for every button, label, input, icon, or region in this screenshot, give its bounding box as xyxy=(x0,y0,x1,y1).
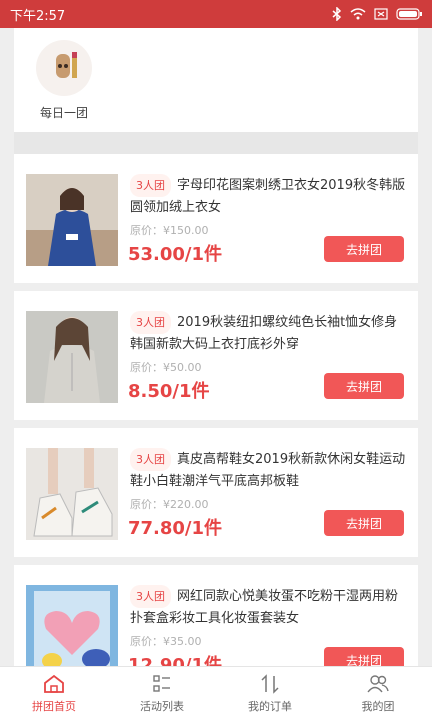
users-icon xyxy=(367,674,389,692)
original-price: 原价：¥50.00 xyxy=(130,361,202,374)
product-image xyxy=(26,448,118,540)
section-divider xyxy=(14,132,418,154)
category-daily-group[interactable]: 每日一团 xyxy=(32,40,96,121)
tab-my-orders[interactable]: 我的订单 xyxy=(216,667,324,720)
status-icons xyxy=(332,7,422,21)
group-badge: 3人团 xyxy=(130,585,171,608)
home-icon xyxy=(44,674,64,693)
join-group-button[interactable]: 去拼团 xyxy=(324,510,404,536)
join-group-button[interactable]: 去拼团 xyxy=(324,373,404,399)
tab-my-group[interactable]: 我的团 xyxy=(324,667,432,720)
tab-label: 活动列表 xyxy=(140,699,184,713)
wifi-icon xyxy=(350,8,366,20)
tab-label: 我的订单 xyxy=(248,699,292,713)
list-icon xyxy=(153,674,170,692)
group-price: 53.00/1件 xyxy=(128,244,223,265)
product-image xyxy=(26,311,118,403)
list-item[interactable]: 3人团 字母印花图案刺绣卫衣女2019秋冬韩版圆领加绒上衣女 原价：¥150.00… xyxy=(14,154,418,291)
group-price: 77.80/1件 xyxy=(128,518,223,539)
category-image xyxy=(36,40,92,96)
product-title: 3人团 2019秋装纽扣螺纹纯色长袖t恤女修身韩国新款大码上衣打底衫外穿 xyxy=(130,311,410,355)
product-title: 3人团 网红同款心悦美妆蛋不吃粉干湿两用粉扑套盒彩妆工具化妆蛋套装女 xyxy=(130,585,410,629)
group-badge: 3人团 xyxy=(130,311,171,334)
list-item[interactable]: 3人团 真皮高帮鞋女2019秋新款休闲女鞋运动鞋小白鞋潮洋气平底高邦板鞋 原价：¥… xyxy=(14,428,418,565)
product-title: 3人团 字母印花图案刺绣卫衣女2019秋冬韩版圆领加绒上衣女 xyxy=(130,174,410,218)
category-card: 每日一团 xyxy=(14,28,418,132)
original-price: 原价：¥35.00 xyxy=(130,635,202,648)
bluetooth-icon xyxy=(332,7,342,21)
status-bar: 下午2:57 xyxy=(0,0,432,28)
product-list: 3人团 字母印花图案刺绣卫衣女2019秋冬韩版圆领加绒上衣女 原价：¥150.00… xyxy=(14,154,418,702)
join-group-button[interactable]: 去拼团 xyxy=(324,236,404,262)
tab-group-home[interactable]: 拼团首页 xyxy=(0,667,108,720)
sort-arrows-icon xyxy=(261,673,279,694)
group-badge: 3人团 xyxy=(130,174,171,197)
tab-label: 我的团 xyxy=(361,699,395,713)
bottom-tab-bar: 拼团首页 活动列表 我的订单 我的团 xyxy=(0,666,432,720)
category-label: 每日一团 xyxy=(39,106,88,120)
original-price: 原价：¥220.00 xyxy=(130,498,209,511)
list-item[interactable]: 3人团 2019秋装纽扣螺纹纯色长袖t恤女修身韩国新款大码上衣打底衫外穿 原价：¥… xyxy=(14,291,418,428)
group-badge: 3人团 xyxy=(130,448,171,471)
group-price: 8.50/1件 xyxy=(128,381,210,402)
product-image xyxy=(26,174,118,266)
tab-label: 拼团首页 xyxy=(32,699,76,713)
product-image xyxy=(26,585,118,677)
original-price: 原价：¥150.00 xyxy=(130,224,209,237)
product-title: 3人团 真皮高帮鞋女2019秋新款休闲女鞋运动鞋小白鞋潮洋气平底高邦板鞋 xyxy=(130,448,410,492)
status-time: 下午2:57 xyxy=(10,8,66,24)
tab-activity-list[interactable]: 活动列表 xyxy=(108,667,216,720)
sim-icon xyxy=(374,8,388,20)
battery-icon xyxy=(396,8,422,20)
